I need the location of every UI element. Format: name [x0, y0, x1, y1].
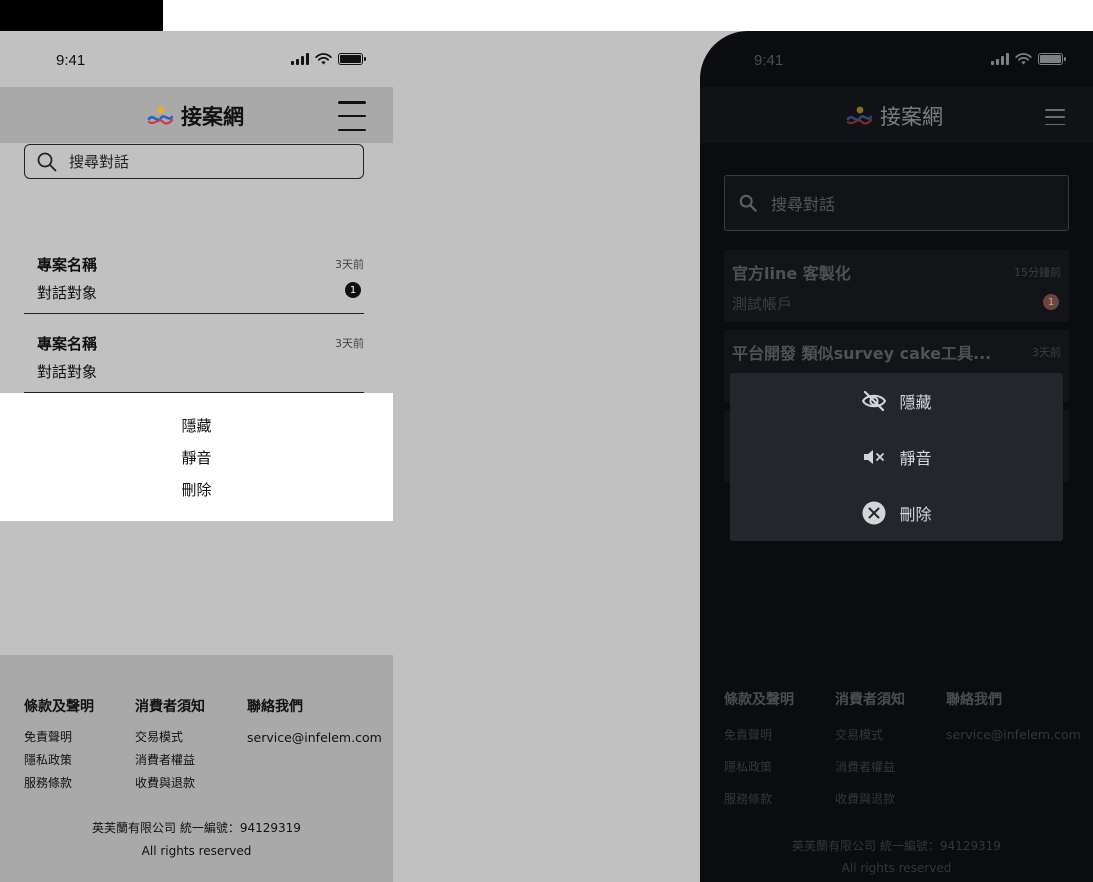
conversation-peer: 對話對象	[37, 363, 98, 381]
conversation-title: 專案名稱	[37, 335, 98, 353]
brand-name: 接案網	[880, 105, 943, 129]
menu-item-mute[interactable]: 靜音	[0, 447, 393, 468]
conversation-item[interactable]: 專案名稱 3天前 對話對象 1	[24, 235, 364, 314]
menu-item-mute[interactable]: 靜音	[730, 429, 1063, 485]
eye-off-icon	[861, 388, 887, 414]
conversation-peer: 測試帳戶	[732, 295, 793, 313]
hamburger-menu-icon[interactable]	[1045, 109, 1065, 125]
footer: 條款及聲明 免責聲明 隱私政策 服務條款 消費者須知 交易模式 消費者權益 收費…	[0, 655, 393, 882]
footer-link-email[interactable]: service@infelem.com	[946, 719, 1081, 751]
canvas-corner-block	[0, 0, 163, 31]
wifi-icon	[1015, 53, 1032, 65]
footer-link-disclaimer[interactable]: 免責聲明	[724, 719, 794, 751]
conversation-title: 官方line 客製化	[732, 264, 851, 283]
footer-column-consumer: 消費者須知 交易模式 消費者權益 收費與退款	[135, 696, 205, 795]
footer-link-trade-mode[interactable]: 交易模式	[835, 719, 905, 751]
footer-column-consumer: 消費者須知 交易模式 消費者權益 收費與退款	[835, 689, 905, 815]
top-navbar: 接案網	[0, 87, 393, 143]
footer-link-disclaimer[interactable]: 免責聲明	[24, 726, 94, 749]
search-placeholder: 搜尋對話	[69, 153, 130, 171]
footer-rights: All rights reserved	[841, 861, 952, 875]
conversation-item[interactable]: 官方line 客製化 15分鐘前 測試帳戶 1	[724, 250, 1069, 322]
brand-logo-icon	[846, 106, 872, 125]
footer-heading: 聯絡我們	[946, 692, 1002, 708]
menu-item-label: 隱藏	[899, 393, 932, 412]
unread-badge: 1	[1043, 294, 1059, 310]
footer-link-trade-mode[interactable]: 交易模式	[135, 726, 205, 749]
footer-link-consumer-rights[interactable]: 消費者權益	[835, 751, 905, 783]
brand[interactable]: 接案網	[846, 101, 943, 131]
brand-logo-icon	[147, 106, 173, 125]
battery-icon	[338, 53, 366, 65]
search-input[interactable]: 搜尋對話	[724, 175, 1069, 231]
footer: 條款及聲明 免責聲明 隱私政策 服務條款 消費者須知 交易模式 消費者權益 收費…	[700, 671, 1093, 882]
conversation-item[interactable]: 專案名稱 3天前 對話對象	[24, 314, 364, 393]
footer-column-terms: 條款及聲明 免責聲明 隱私政策 服務條款	[724, 689, 794, 815]
footer-link-email[interactable]: service@infelem.com	[247, 726, 382, 749]
footer-heading: 聯絡我們	[247, 699, 303, 715]
context-menu: 隱藏 靜音 刪除	[730, 373, 1063, 541]
conversation-time: 15分鐘前	[1014, 266, 1061, 279]
status-icons	[291, 53, 366, 65]
conversation-time: 3天前	[1032, 346, 1061, 359]
brand[interactable]: 接案網	[147, 101, 244, 131]
status-icons	[991, 53, 1066, 65]
footer-link-consumer-rights[interactable]: 消費者權益	[135, 749, 205, 772]
conversation-title: 專案名稱	[37, 256, 98, 274]
footer-link-privacy[interactable]: 隱私政策	[724, 751, 794, 783]
conversation-time: 3天前	[335, 337, 364, 350]
footer-link-refund[interactable]: 收費與退款	[135, 772, 205, 795]
menu-item-label: 靜音	[899, 449, 932, 468]
footer-company: 英芙蘭有限公司 統一編號：94129319	[92, 821, 301, 835]
close-circle-icon	[861, 500, 887, 526]
search-placeholder: 搜尋對話	[771, 195, 836, 214]
footer-heading: 條款及聲明	[24, 699, 94, 715]
menu-item-delete[interactable]: 刪除	[0, 479, 393, 500]
menu-item-delete[interactable]: 刪除	[730, 485, 1063, 541]
status-time: 9:41	[56, 52, 86, 69]
conversation-title: 平台開發 類似survey cake工具...	[732, 344, 992, 363]
footer-link-terms[interactable]: 服務條款	[24, 772, 94, 795]
menu-item-hide[interactable]: 隱藏	[730, 373, 1063, 429]
dark-phone: 9:41 接案網 搜尋對話 官方line 客製化 15分鐘前 測試帳戶 1 平台…	[700, 31, 1093, 882]
conversation-peer: 對話對象	[37, 284, 98, 302]
top-navbar: 接案網	[700, 87, 1093, 143]
wifi-icon	[315, 53, 332, 65]
cellular-signal-icon	[291, 53, 309, 65]
footer-link-terms[interactable]: 服務條款	[724, 783, 794, 815]
footer-heading: 條款及聲明	[724, 692, 794, 708]
speaker-mute-icon	[861, 444, 887, 470]
footer-rights: All rights reserved	[141, 844, 252, 858]
status-bar: 9:41	[700, 31, 1093, 87]
footer-company: 英芙蘭有限公司 統一編號：94129319	[792, 839, 1001, 853]
footer-link-refund[interactable]: 收費與退款	[835, 783, 905, 815]
hamburger-menu-icon[interactable]	[338, 101, 366, 131]
footer-column-terms: 條款及聲明 免責聲明 隱私政策 服務條款	[24, 696, 94, 795]
brand-name: 接案網	[181, 105, 244, 129]
footer-column-contact: 聯絡我們 service@infelem.com	[946, 689, 1081, 751]
status-bar: 9:41	[0, 31, 393, 87]
footer-column-contact: 聯絡我們 service@infelem.com	[247, 696, 382, 749]
menu-item-hide[interactable]: 隱藏	[0, 415, 393, 436]
conversation-time: 3天前	[335, 258, 364, 271]
cellular-signal-icon	[991, 53, 1009, 65]
search-input[interactable]: 搜尋對話	[24, 144, 364, 179]
footer-heading: 消費者須知	[135, 699, 205, 715]
footer-link-privacy[interactable]: 隱私政策	[24, 749, 94, 772]
context-menu: 隱藏 靜音 刪除	[0, 393, 393, 521]
search-icon	[37, 152, 57, 171]
footer-heading: 消費者須知	[835, 692, 905, 708]
battery-icon	[1038, 53, 1066, 65]
search-icon	[739, 194, 757, 212]
status-time: 9:41	[754, 52, 784, 69]
unread-badge: 1	[345, 282, 361, 298]
menu-item-label: 刪除	[899, 505, 932, 524]
